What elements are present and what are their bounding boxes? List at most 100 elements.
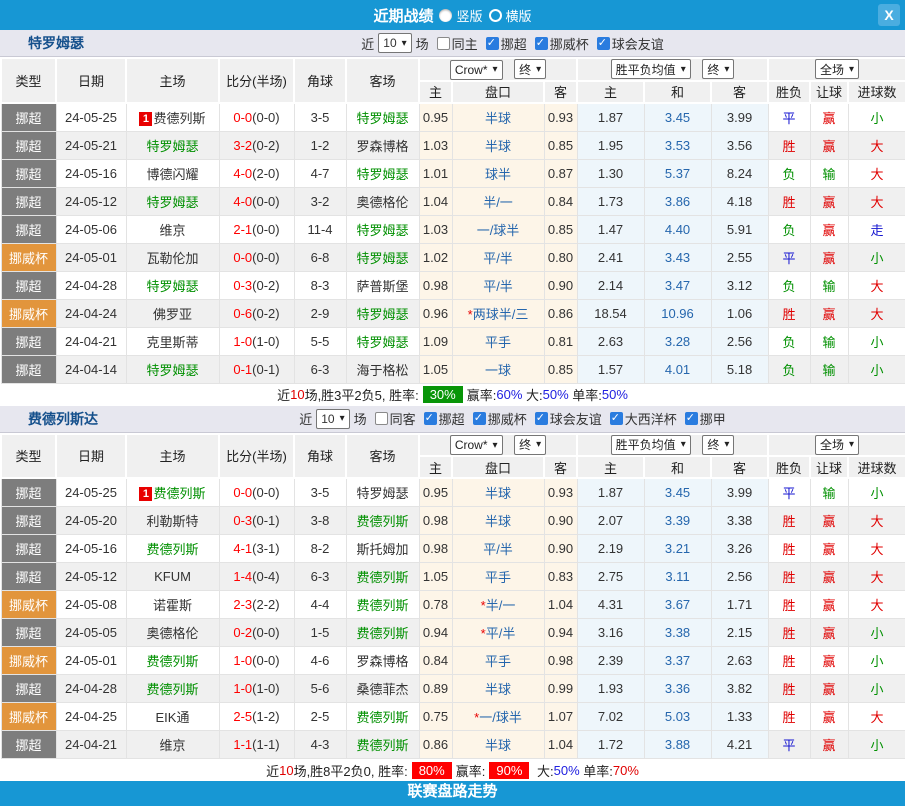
home-team[interactable]: 奥德格伦	[126, 619, 219, 647]
home-team[interactable]: 特罗姆瑟	[126, 271, 219, 299]
league-filter-checkbox[interactable]: ✓	[685, 412, 698, 425]
europe-stage-select[interactable]: 终▾	[702, 59, 734, 79]
away-team[interactable]: 特罗姆瑟	[346, 103, 419, 132]
recent-count-select[interactable]: 10▾	[316, 409, 349, 429]
handicap-stage-select[interactable]: 终▾	[514, 59, 546, 79]
match-date: 24-04-24	[56, 299, 126, 327]
same-venue-label: 同客	[390, 409, 416, 428]
handicap-stage-select[interactable]: 终▾	[514, 435, 546, 455]
away-team[interactable]: 费德列斯	[346, 591, 419, 619]
home-team[interactable]: 维京	[126, 731, 219, 759]
col-euro-home: 主	[577, 456, 644, 478]
radio-vertical-layout[interactable]: 竖版	[439, 6, 482, 25]
handicap-line: 一球	[452, 355, 544, 383]
same-venue-checkbox[interactable]	[437, 37, 450, 50]
score: 2-3(2-2)	[219, 591, 294, 619]
away-team[interactable]: 费德列斯	[346, 619, 419, 647]
home-team[interactable]: 博德闪耀	[126, 159, 219, 187]
away-team[interactable]: 奥德格伦	[346, 187, 419, 215]
scope-select[interactable]: 全场▾	[815, 59, 859, 79]
home-team[interactable]: 特罗姆瑟	[126, 187, 219, 215]
scope-select[interactable]: 全场▾	[815, 435, 859, 455]
euro-home-odds: 2.19	[577, 535, 644, 563]
away-team[interactable]: 桑德菲杰	[346, 675, 419, 703]
same-venue-label: 同主	[452, 34, 478, 53]
home-team[interactable]: 佛罗亚	[126, 299, 219, 327]
handicap-line-text: 两球半/三	[473, 307, 529, 322]
corner-score: 11-4	[294, 215, 346, 243]
chevron-down-icon: ▾	[724, 64, 729, 75]
radio-horizontal-layout[interactable]: 横版	[489, 6, 532, 25]
home-team-name: KFUM	[154, 569, 191, 584]
home-team[interactable]: EIK通	[126, 703, 219, 731]
result-wdl: 负	[768, 271, 810, 299]
away-team[interactable]: 特罗姆瑟	[346, 159, 419, 187]
result-goals: 小	[848, 478, 905, 507]
home-team[interactable]: 特罗姆瑟	[126, 131, 219, 159]
match-date: 24-05-08	[56, 591, 126, 619]
bookmaker-select[interactable]: Crow*▾	[450, 435, 503, 455]
away-team[interactable]: 特罗姆瑟	[346, 478, 419, 507]
recent-count-select[interactable]: 10▾	[378, 33, 411, 53]
away-team[interactable]: 特罗姆瑟	[346, 243, 419, 271]
checkbox-check-icon: ✓	[536, 36, 545, 50]
result-group-header: 全场▾	[768, 58, 905, 81]
col-away: 客场	[346, 434, 419, 479]
away-team[interactable]: 萨普斯堡	[346, 271, 419, 299]
league-filter-checkbox[interactable]: ✓	[535, 412, 548, 425]
europe-avg-select[interactable]: 胜平负均值▾	[611, 435, 691, 455]
result-handicap: 赢	[810, 675, 848, 703]
result-wdl: 平	[768, 103, 810, 132]
away-team[interactable]: 费德列斯	[346, 563, 419, 591]
col-handicap-line: 盘口	[452, 81, 544, 103]
away-team[interactable]: 费德列斯	[346, 731, 419, 759]
match-row: 挪超24-05-05奥德格伦0-2(0-0)1-5费德列斯0.94*平/半0.9…	[1, 619, 905, 647]
league-filter-checkbox[interactable]: ✓	[597, 37, 610, 50]
away-team[interactable]: 罗森博格	[346, 647, 419, 675]
home-team[interactable]: 费德列斯	[126, 535, 219, 563]
away-team[interactable]: 海于格松	[346, 355, 419, 383]
away-team-name: 费德列斯	[356, 710, 408, 725]
league-filter-checkbox[interactable]: ✓	[473, 412, 486, 425]
match-row: 挪超24-05-12KFUM1-4(0-4)6-3费德列斯1.05平手0.832…	[1, 563, 905, 591]
home-team[interactable]: 费德列斯	[126, 647, 219, 675]
home-team[interactable]: 诺霍斯	[126, 591, 219, 619]
away-team[interactable]: 费德列斯	[346, 507, 419, 535]
home-team[interactable]: 1费德列斯	[126, 103, 219, 132]
away-team[interactable]: 特罗姆瑟	[346, 215, 419, 243]
away-team[interactable]: 特罗姆瑟	[346, 299, 419, 327]
close-icon[interactable]: X	[878, 4, 900, 26]
away-team[interactable]: 罗森博格	[346, 131, 419, 159]
league-filter-checkbox[interactable]: ✓	[486, 37, 499, 50]
recent-count-value: 10	[321, 412, 334, 426]
home-team[interactable]: 利勒斯特	[126, 507, 219, 535]
league-badge: 挪超	[1, 215, 56, 243]
handicap-home-odds: 0.89	[419, 675, 452, 703]
europe-stage-select[interactable]: 终▾	[702, 435, 734, 455]
result-handicap: 输	[810, 327, 848, 355]
match-row: 挪超24-05-251费德列斯0-0(0-0)3-5特罗姆瑟0.95半球0.93…	[1, 478, 905, 507]
away-team[interactable]: 特罗姆瑟	[346, 327, 419, 355]
league-filter-checkbox[interactable]: ✓	[424, 412, 437, 425]
home-team[interactable]: 克里斯蒂	[126, 327, 219, 355]
league-filter-checkbox[interactable]: ✓	[610, 412, 623, 425]
result-handicap: 输	[810, 159, 848, 187]
europe-avg-select[interactable]: 胜平负均值▾	[611, 59, 691, 79]
home-team[interactable]: KFUM	[126, 563, 219, 591]
score: 0-0(0-0)	[219, 478, 294, 507]
home-team[interactable]: 维京	[126, 215, 219, 243]
home-team[interactable]: 费德列斯	[126, 675, 219, 703]
result-wdl: 负	[768, 215, 810, 243]
away-team[interactable]: 费德列斯	[346, 703, 419, 731]
same-venue-checkbox[interactable]	[375, 412, 388, 425]
euro-draw-odds: 3.39	[644, 507, 711, 535]
score: 1-0(1-0)	[219, 327, 294, 355]
result-wdl: 胜	[768, 535, 810, 563]
away-team[interactable]: 斯托姆加	[346, 535, 419, 563]
bookmaker-select[interactable]: Crow*▾	[450, 60, 503, 80]
league-filter-checkbox[interactable]: ✓	[535, 37, 548, 50]
home-team[interactable]: 特罗姆瑟	[126, 355, 219, 383]
fulltime-score: 1-1	[233, 737, 252, 752]
home-team[interactable]: 瓦勒伦加	[126, 243, 219, 271]
home-team[interactable]: 1费德列斯	[126, 478, 219, 507]
